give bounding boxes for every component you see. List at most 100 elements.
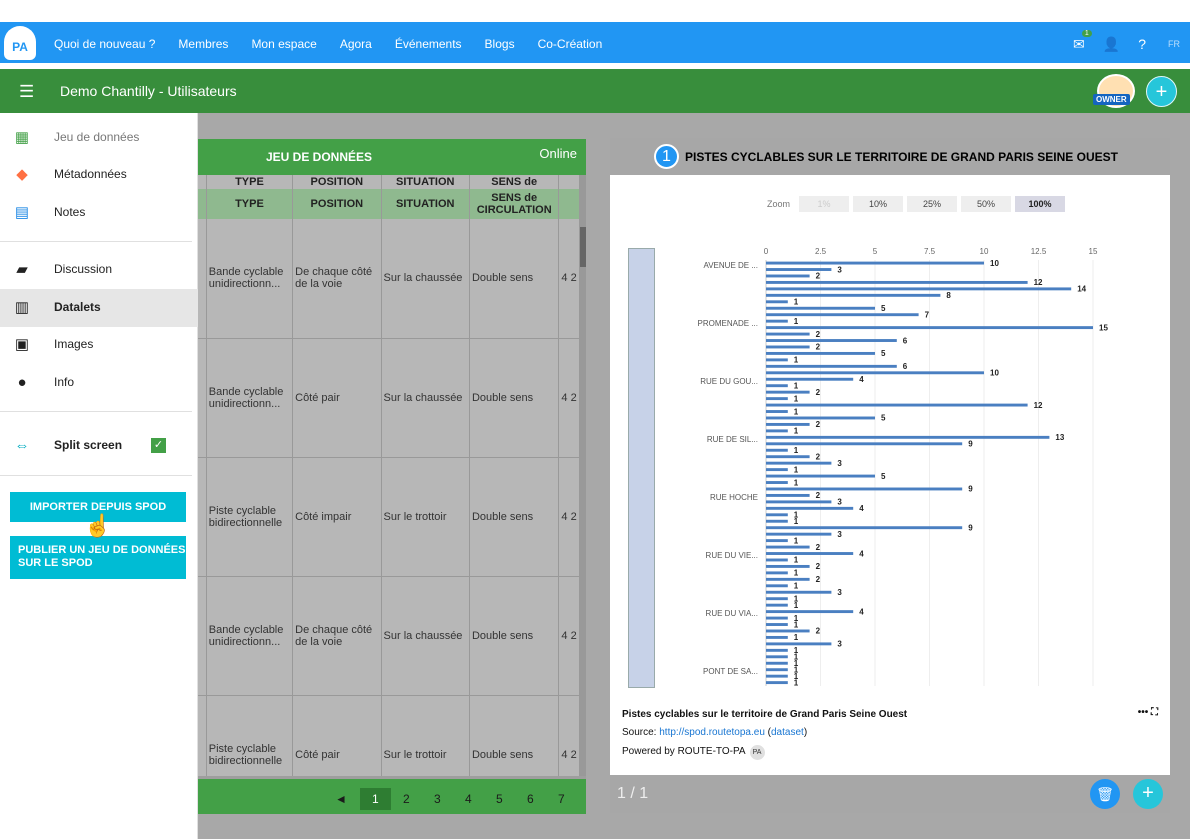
bar[interactable]: [766, 280, 1028, 284]
bar[interactable]: [766, 293, 941, 297]
nav-link-my-space[interactable]: Mon espace: [251, 37, 316, 51]
bar[interactable]: [766, 455, 810, 459]
bar[interactable]: [766, 481, 788, 484]
route-to-pa-logo[interactable]: PA: [4, 26, 36, 60]
bar[interactable]: [766, 493, 810, 497]
bar[interactable]: [766, 571, 788, 575]
column-header[interactable]: [558, 175, 580, 189]
bar[interactable]: [766, 358, 788, 362]
sidebar-item-discussion[interactable]: ▰ Discussion: [0, 251, 198, 289]
bar[interactable]: [766, 532, 832, 536]
user-icon[interactable]: 👤: [1103, 36, 1120, 53]
bar[interactable]: [766, 635, 788, 639]
bar[interactable]: [766, 422, 810, 426]
split-screen-toggle[interactable]: ⇔ Split screen ✓: [0, 427, 198, 465]
column-header[interactable]: TYPE: [206, 175, 294, 189]
bar[interactable]: [766, 513, 788, 517]
bar[interactable]: [766, 577, 810, 581]
more-options-icon[interactable]: ••• ⛶: [1138, 707, 1158, 718]
bar[interactable]: [766, 623, 788, 626]
table-row[interactable]: AUX Bande cyclable unidirectionn... Côté…: [160, 338, 580, 458]
bar[interactable]: [766, 377, 854, 381]
publish-dataset-button[interactable]: PUBLIER UN JEU DE DONNÉES SUR LE SPOD: [10, 536, 186, 579]
column-header[interactable]: POSITION: [292, 189, 382, 219]
table-row[interactable]: AUX Bande cyclable unidirectionn... De c…: [160, 576, 580, 696]
nav-link-blogs[interactable]: Blogs: [485, 37, 515, 51]
page-button-7[interactable]: 7: [546, 792, 577, 806]
bar[interactable]: [766, 668, 788, 672]
add-datalet-button[interactable]: +: [1133, 779, 1163, 809]
bar[interactable]: [766, 674, 788, 678]
bar[interactable]: [766, 287, 1072, 291]
column-header[interactable]: SENS de: [469, 175, 560, 189]
sidebar-item-images[interactable]: ▣ Images: [0, 326, 198, 364]
dataset-link[interactable]: dataset: [771, 727, 804, 738]
bar[interactable]: [766, 506, 854, 510]
bar[interactable]: [766, 345, 810, 349]
nav-link-co-creation[interactable]: Co-Création: [538, 37, 603, 51]
bar[interactable]: [766, 655, 788, 659]
bar[interactable]: [766, 564, 810, 568]
bar[interactable]: [766, 519, 788, 523]
bar[interactable]: [766, 416, 875, 420]
bar[interactable]: [766, 545, 810, 549]
bar[interactable]: [766, 429, 788, 433]
bar[interactable]: [766, 474, 875, 478]
bar[interactable]: [766, 339, 897, 342]
bar[interactable]: [766, 371, 984, 375]
column-header[interactable]: [558, 189, 580, 219]
column-header[interactable]: TYPE: [206, 189, 294, 219]
bar[interactable]: [766, 351, 875, 355]
column-header[interactable]: SITUATION: [381, 189, 470, 219]
bar[interactable]: [766, 616, 788, 620]
bar[interactable]: [766, 397, 788, 401]
bar[interactable]: [766, 603, 788, 607]
nav-link-events[interactable]: Événements: [395, 37, 462, 51]
bar[interactable]: [766, 468, 788, 472]
scrollbar-thumb[interactable]: [580, 227, 586, 267]
sidebar-item-notes[interactable]: ▤ Notes: [0, 194, 198, 232]
bar[interactable]: [766, 448, 788, 452]
add-button[interactable]: +: [1146, 76, 1177, 107]
bar[interactable]: [766, 442, 963, 446]
bar[interactable]: [766, 300, 788, 304]
bar[interactable]: [766, 552, 854, 555]
page-button-5[interactable]: 5: [484, 792, 515, 806]
bar[interactable]: [766, 384, 788, 388]
previous-page-button[interactable]: ◄: [335, 792, 347, 806]
sidebar-item-dataset[interactable]: ▦ Jeu de données: [0, 119, 198, 157]
page-button-4[interactable]: 4: [453, 792, 484, 806]
zoom-50-button[interactable]: 50%: [961, 196, 1012, 212]
bar[interactable]: [766, 539, 788, 543]
bar[interactable]: [766, 326, 1093, 330]
bar[interactable]: [766, 332, 810, 336]
bar[interactable]: [766, 590, 832, 594]
zoom-1-button[interactable]: 1%: [799, 196, 850, 212]
sidebar-item-metadata[interactable]: ◆ Métadonnées: [0, 156, 198, 194]
bar[interactable]: [766, 629, 810, 633]
nav-link-members[interactable]: Membres: [178, 37, 228, 51]
delete-button[interactable]: 🗑: [1090, 779, 1120, 809]
menu-icon[interactable]: ☰: [19, 82, 34, 102]
bar[interactable]: [766, 319, 788, 323]
bar[interactable]: [766, 410, 788, 413]
page-button-6[interactable]: 6: [515, 792, 546, 806]
page-button-1[interactable]: 1: [359, 788, 391, 810]
column-header[interactable]: SITUATION: [381, 175, 470, 189]
bar[interactable]: [766, 268, 832, 271]
bar[interactable]: [766, 642, 832, 646]
bar[interactable]: [766, 661, 788, 665]
source-link[interactable]: http://spod.routetopa.eu: [659, 727, 765, 738]
bar[interactable]: [766, 487, 963, 491]
help-icon[interactable]: ?: [1138, 36, 1146, 52]
nav-link-whats-new[interactable]: Quoi de nouveau ?: [54, 37, 155, 51]
table-scrollbar[interactable]: [580, 175, 586, 814]
bar[interactable]: [766, 435, 1050, 439]
bar[interactable]: [766, 261, 984, 265]
bar[interactable]: [766, 274, 810, 278]
column-header[interactable]: SENS de CIRCULATION: [469, 189, 560, 219]
bar[interactable]: [766, 461, 832, 465]
bar[interactable]: [766, 597, 788, 601]
bar[interactable]: [766, 526, 963, 530]
bar[interactable]: [766, 306, 875, 310]
